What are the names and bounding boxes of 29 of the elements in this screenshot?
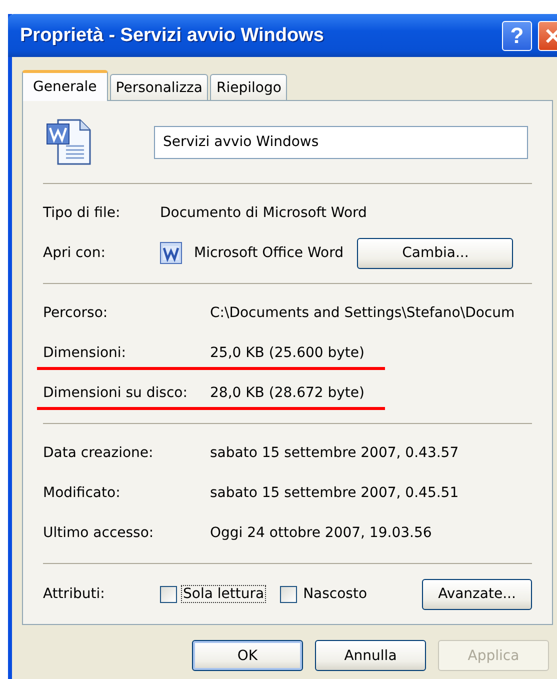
field-value: sabato 15 settembre 2007, 0.45.51 [210, 485, 459, 501]
field-label: Apri con: [43, 245, 106, 261]
field-label: Ultimo accesso: [43, 525, 155, 541]
field-label: Modificato: [43, 485, 122, 501]
field-value: 28,0 KB (28.672 byte) [210, 385, 364, 401]
field-value: 25,0 KB (25.600 byte) [210, 345, 364, 361]
advanced-button[interactable]: Avanzate... [422, 578, 532, 610]
field-label: Attributi: [43, 586, 106, 602]
field-label: Dimensioni: [43, 345, 128, 361]
field-label: Dimensioni su disco: [43, 385, 188, 401]
field-value: Microsoft Office Word [194, 245, 344, 261]
field-label: Percorso: [43, 305, 109, 321]
tab[interactable]: Generale [22, 70, 108, 101]
tab[interactable]: Riepilogo [210, 74, 288, 100]
dialog-button[interactable]: Annulla [315, 640, 426, 671]
field-label: Tipo di file: [43, 205, 122, 221]
change-button[interactable]: Cambia... [357, 238, 514, 268]
field-value: C:\Documents and Settings\Stefano\Docum [210, 305, 515, 321]
field-label: Data creazione: [43, 445, 154, 461]
help-button[interactable]: ? [502, 20, 532, 50]
field-value: Documento di Microsoft Word [160, 205, 367, 221]
tab[interactable]: Personalizza [110, 74, 208, 100]
dialog-button[interactable]: OK [192, 640, 303, 671]
window-title: Proprietà - Servizi avvio Windows [20, 24, 325, 46]
checkbox-label[interactable]: Sola lettura [181, 585, 266, 603]
file-name-field[interactable]: Servizi avvio Windows [154, 126, 528, 158]
field-value: Oggi 24 ottobre 2007, 19.03.56 [210, 525, 432, 541]
checkbox-label[interactable]: Nascosto [301, 585, 370, 603]
field-value: sabato 15 settembre 2007, 0.43.57 [210, 445, 459, 461]
